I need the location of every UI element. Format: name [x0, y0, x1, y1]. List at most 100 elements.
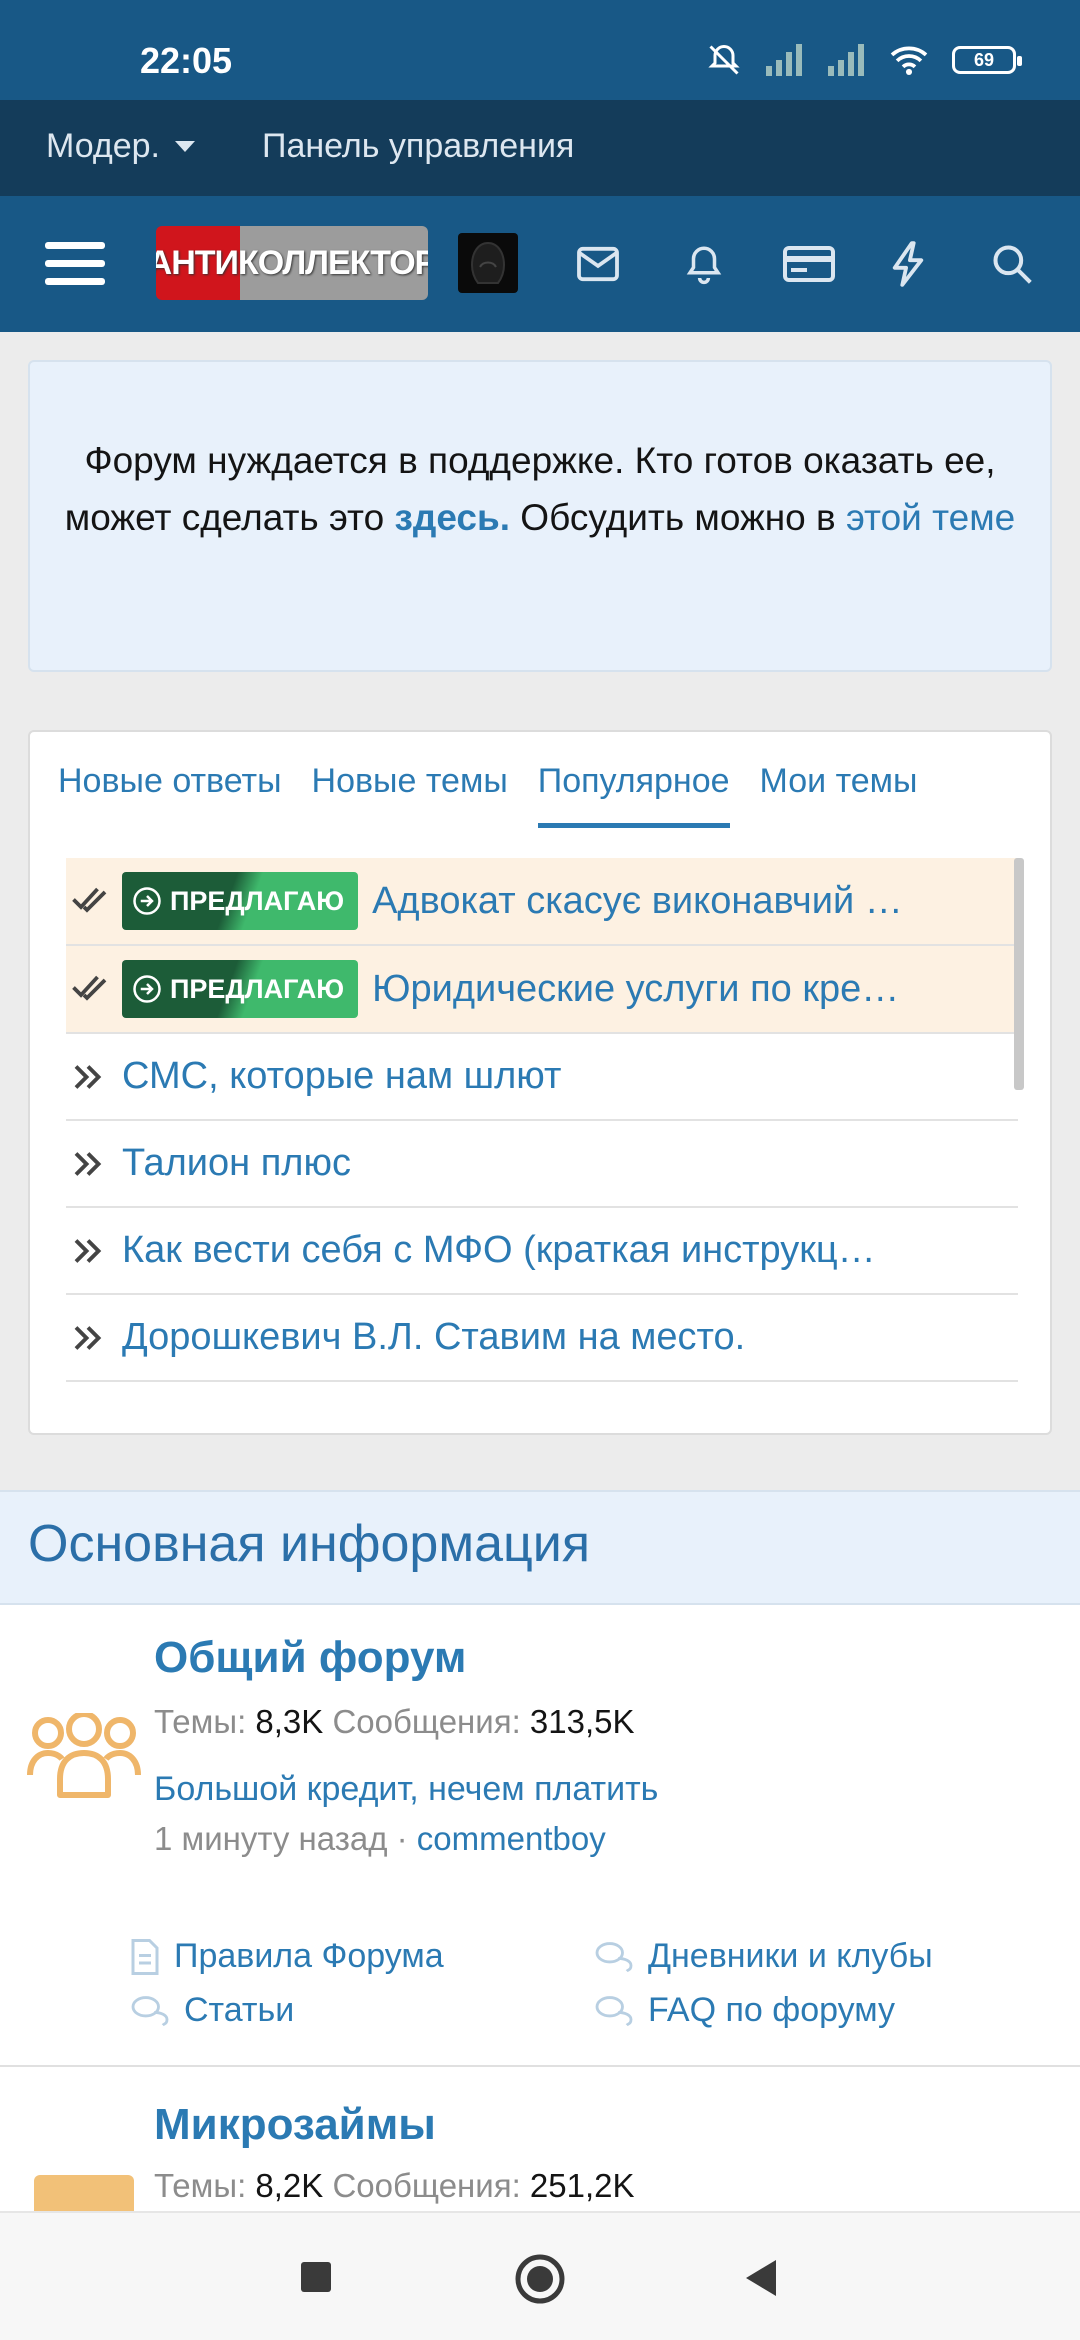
tab-new-replies[interactable]: Новые ответы — [58, 762, 282, 828]
tab-new-threads[interactable]: Новые темы — [312, 762, 508, 828]
prefix-badge: ПРЕДЛАГАЮ — [122, 872, 359, 930]
widget-tabs: Новые ответы Новые темы Популярное Мои т… — [58, 762, 918, 828]
thread-title[interactable]: Юридические услуги по кре… — [372, 968, 899, 1011]
bell-icon — [686, 246, 722, 285]
signal-icon — [766, 44, 802, 76]
inbox-button[interactable] — [570, 226, 626, 302]
forum-title[interactable]: Общий форум — [154, 1633, 466, 1683]
alerts-button[interactable] — [676, 226, 732, 302]
subforum-diaries[interactable]: Дневники и клубы — [594, 1937, 933, 1976]
prefix-badge: ПРЕДЛАГАЮ — [122, 960, 359, 1018]
signal-icon-2 — [828, 44, 864, 76]
search-button[interactable] — [984, 226, 1040, 302]
envelope-icon — [577, 246, 619, 282]
threads-label: Темы: — [154, 1703, 247, 1740]
thread-title[interactable]: Как вести себя с МФО (краткая инструкц… — [122, 1229, 876, 1272]
wallet-icon — [34, 2175, 134, 2215]
arrow-circle-icon — [133, 975, 161, 1003]
document-icon — [131, 1938, 159, 1975]
category-header: Основная информация — [0, 1490, 1080, 1605]
donate-link[interactable]: здесь. — [394, 497, 510, 538]
last-post-user[interactable]: commentboy — [417, 1820, 606, 1857]
chat-bubbles-icon — [595, 1941, 633, 1972]
control-panel-link[interactable]: Панель управления — [262, 127, 574, 166]
double-chevron-icon — [72, 1149, 122, 1179]
subforum-articles[interactable]: Статьи — [130, 1991, 294, 2030]
list-item[interactable]: СМС, которые нам шлют — [66, 1034, 1018, 1121]
thread-title[interactable]: СМС, которые нам шлют — [122, 1055, 561, 1098]
subforum-label: FAQ по форуму — [648, 1991, 896, 2029]
credit-card-icon — [783, 246, 835, 282]
home-button[interactable] — [514, 2253, 566, 2305]
double-chevron-icon — [72, 1236, 122, 1266]
recent-apps-button[interactable] — [300, 2261, 332, 2293]
caret-down-icon — [174, 140, 195, 152]
subforum-rules[interactable]: Правила Форума — [130, 1937, 444, 1976]
back-button[interactable] — [744, 2259, 778, 2297]
logo-text: АНТИКОЛЛЕКТОР — [156, 243, 428, 282]
thread-list: ПРЕДЛАГАЮ Адвокат скасує виконавчий … ПР… — [66, 858, 1018, 1382]
moderator-bar: Модер. Панель управления — [0, 100, 1080, 196]
battery-icon: 69 — [952, 46, 1022, 74]
list-item[interactable]: ПРЕДЛАГАЮ Адвокат скасує виконавчий … — [66, 858, 1018, 946]
search-icon — [993, 245, 1032, 284]
category-title[interactable]: Основная информация — [28, 1514, 590, 1574]
notice-text-2: Обсудить можно в — [510, 497, 846, 538]
subforum-label: Правила Форума — [174, 1937, 444, 1975]
status-bar: 22:05 69 — [0, 0, 1080, 100]
chat-bubbles-icon — [131, 1995, 169, 2026]
thread-title[interactable]: Талион плюс — [122, 1142, 351, 1185]
subforum-faq[interactable]: FAQ по форуму — [594, 1991, 895, 2030]
list-item[interactable]: Как вести себя с МФО (краткая инструкц… — [66, 1208, 1018, 1295]
prefix-badge-label: ПРЕДЛАГАЮ — [170, 885, 345, 916]
thread-title[interactable]: Адвокат скасує виконавчий … — [372, 880, 903, 923]
threads-count: 8,3K — [255, 1703, 324, 1740]
discussion-thread-link[interactable]: этой теме — [846, 497, 1015, 538]
subforum-label: Статьи — [184, 1991, 295, 2029]
chat-bubbles-icon — [595, 1995, 633, 2026]
user-avatar[interactable] — [458, 233, 518, 293]
mute-bell-icon — [708, 44, 740, 75]
hamburger-icon — [45, 242, 105, 285]
posts-count: 313,5K — [529, 1703, 635, 1740]
threads-count: 8,2K — [255, 2167, 324, 2204]
moderator-dropdown-label: Модер. — [46, 127, 160, 165]
latest-threads-widget: Новые ответы Новые темы Популярное Мои т… — [28, 730, 1052, 1435]
list-item[interactable]: Талион плюс — [66, 1121, 1018, 1208]
posts-count: 251,2K — [529, 2167, 635, 2204]
thread-title[interactable]: Дорошкевич В.Л. Ставим на место. — [122, 1316, 745, 1359]
checkmark-icon — [72, 885, 122, 917]
list-item[interactable]: Дорошкевич В.Л. Ставим на место. — [66, 1295, 1018, 1382]
meta-separator: · — [387, 1820, 417, 1857]
lightning-icon — [892, 241, 924, 287]
forum-title[interactable]: Микрозаймы — [154, 2100, 436, 2150]
arrow-circle-icon — [133, 887, 161, 915]
site-header: АНТИКОЛЛЕКТОР — [0, 196, 1080, 332]
tab-popular[interactable]: Популярное — [537, 762, 730, 828]
site-logo[interactable]: АНТИКОЛЛЕКТОР — [156, 226, 428, 300]
prefix-badge-label: ПРЕДЛАГАЮ — [170, 973, 345, 1004]
forum-divider — [0, 2065, 1080, 2067]
last-post-meta: 1 минуту назад · commentboy — [154, 1820, 606, 1858]
tab-my-threads[interactable]: Мои темы — [760, 762, 918, 828]
double-chevron-icon — [72, 1062, 122, 1092]
support-notice: Форум нуждается в поддержке. Кто готов о… — [28, 360, 1052, 672]
status-icons: 69 — [706, 40, 1022, 80]
threads-label: Темы: — [154, 2167, 247, 2204]
forum-stats: Темы: 8,2K Сообщения: 251,2K — [154, 2167, 635, 2205]
payments-button[interactable] — [778, 226, 840, 302]
forum-stats: Темы: 8,3K Сообщения: 313,5K — [154, 1703, 635, 1741]
list-item[interactable]: ПРЕДЛАГАЮ Юридические услуги по кре… — [66, 946, 1018, 1034]
subforum-label: Дневники и клубы — [648, 1937, 933, 1975]
checkmark-icon — [72, 973, 122, 1005]
last-post-link[interactable]: Большой кредит, нечем платить — [154, 1770, 658, 1809]
whats-new-button[interactable] — [880, 226, 936, 302]
list-scrollbar[interactable] — [1014, 858, 1024, 1090]
moderator-dropdown[interactable]: Модер. — [46, 127, 196, 166]
posts-label: Сообщения: — [332, 1703, 521, 1740]
status-time: 22:05 — [140, 40, 233, 81]
menu-button[interactable] — [42, 226, 108, 302]
system-navigation-bar — [0, 2211, 1080, 2340]
wifi-icon — [890, 46, 928, 75]
double-chevron-icon — [72, 1323, 122, 1353]
